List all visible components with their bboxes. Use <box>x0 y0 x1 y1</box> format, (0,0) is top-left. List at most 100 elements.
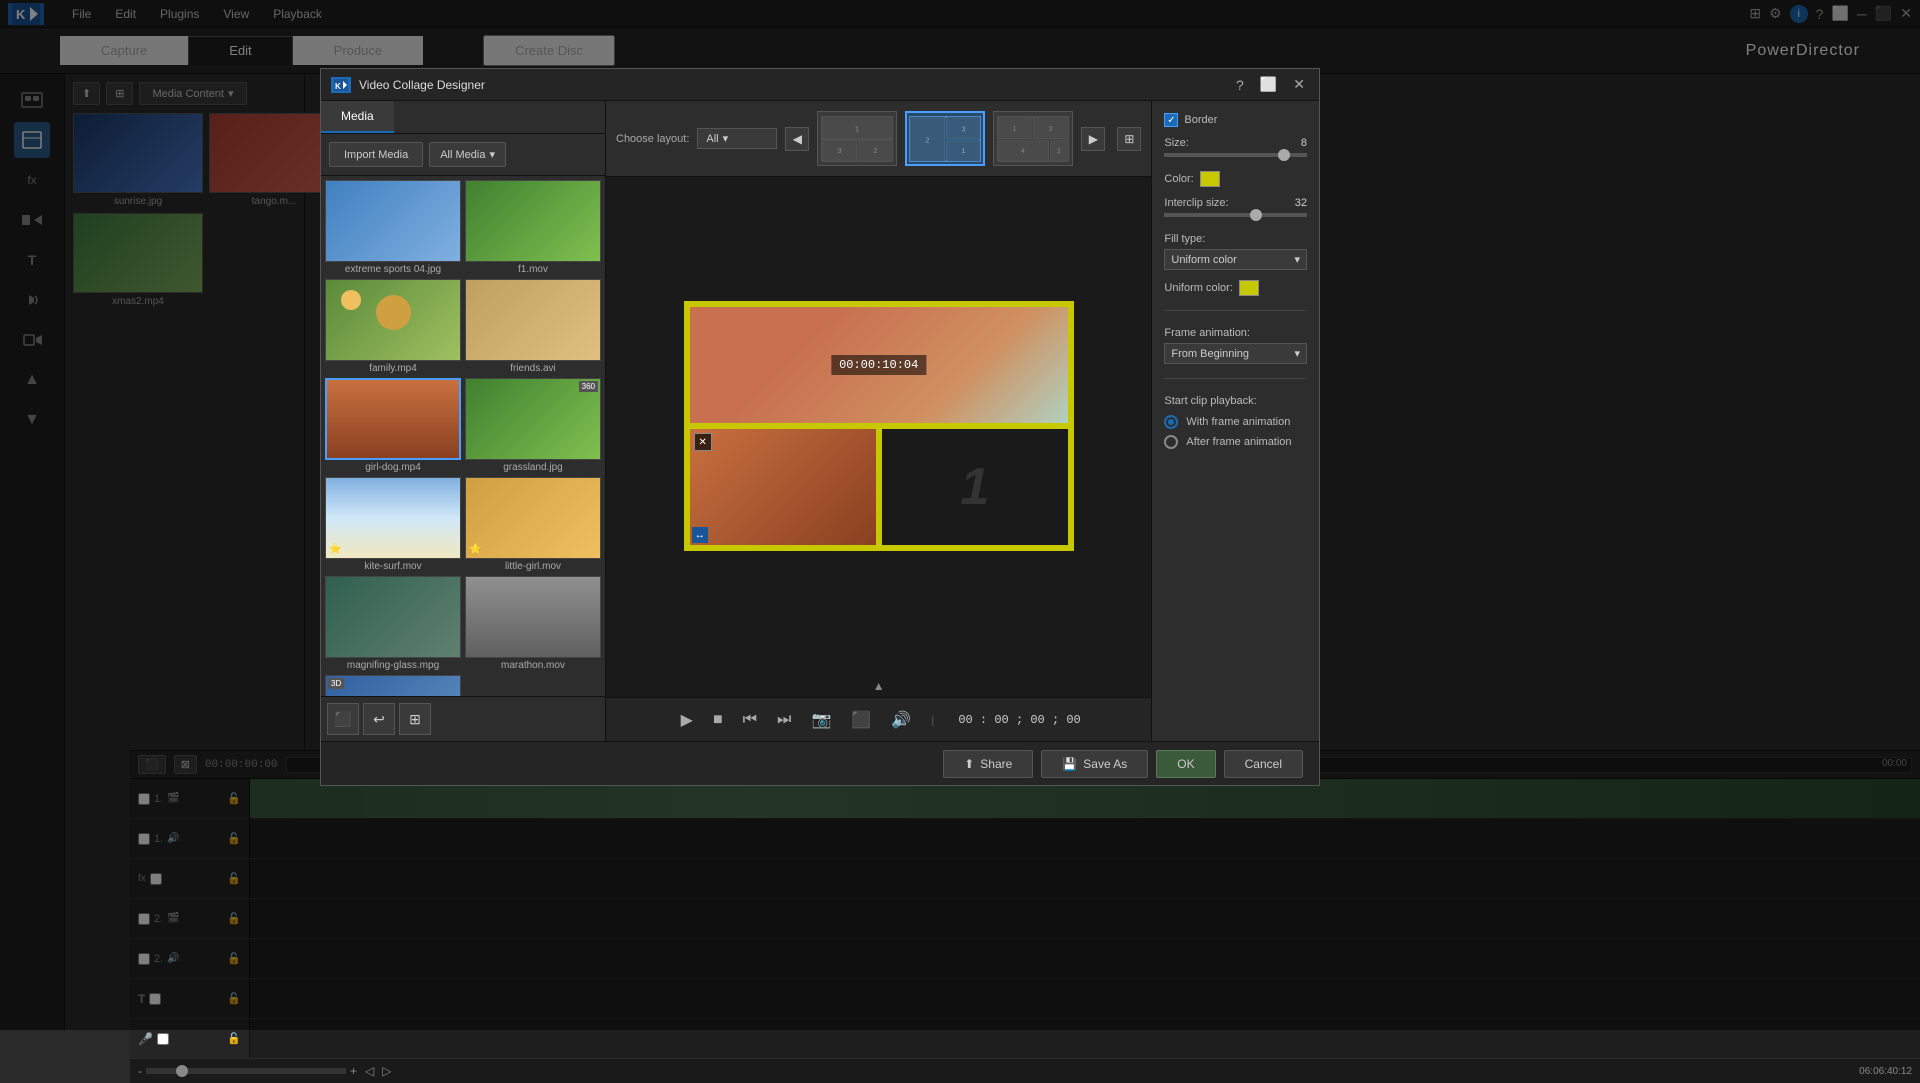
fill-type-label: Fill type: <box>1164 233 1205 245</box>
save-as-icon: 💾 <box>1062 757 1077 771</box>
volume-btn[interactable]: 🔊 <box>887 706 915 734</box>
layout-option-1[interactable]: 1 3 2 <box>817 111 897 166</box>
layout-grid-view-btn[interactable]: ⊞ <box>1117 127 1141 151</box>
timeline-zoom-in[interactable]: + <box>350 1064 357 1078</box>
dialog-close-btn[interactable]: ✕ <box>1289 76 1309 93</box>
radio-after-anim[interactable] <box>1164 435 1178 449</box>
timeline-prev[interactable]: ◁ <box>365 1064 374 1078</box>
dialog-help-btn[interactable]: ? <box>1232 77 1248 93</box>
media-file-magnify[interactable]: magnifing-glass.mpg <box>325 576 461 671</box>
collage-preview: 00:00:10:04 ✕ ↔ 1 <box>684 301 1074 551</box>
media-file-kite[interactable]: ⭐ kite-surf.mov <box>325 477 461 572</box>
dialog-titlebar: K Video Collage Designer ? ⬜ ✕ <box>321 69 1319 101</box>
layout-dropdown[interactable]: All ▾ <box>697 128 777 149</box>
interclip-slider[interactable] <box>1164 213 1307 217</box>
radio-with-anim[interactable] <box>1164 415 1178 429</box>
dialog-body: Media Import Media All Media ▾ extreme s… <box>321 101 1319 741</box>
play-btn[interactable]: ▶ <box>677 706 697 734</box>
grid-icon-btn[interactable]: ⊞ <box>399 703 431 735</box>
media-file-marathon[interactable]: marathon.mov <box>465 576 601 671</box>
dialog-media-controls: Import Media All Media ▾ <box>321 134 605 176</box>
collage-panel-top[interactable]: 00:00:10:04 <box>690 307 1068 423</box>
dialog-media-panel: Media Import Media All Media ▾ extreme s… <box>321 101 606 741</box>
timeline-end-time: 06:06:40:12 <box>1859 1066 1912 1077</box>
collage-remove-btn-1[interactable]: ✕ <box>694 433 712 451</box>
svg-text:1: 1 <box>962 145 966 154</box>
storyboard-icon-btn[interactable]: ⬛ <box>327 703 359 735</box>
layout-next-btn[interactable]: ▶ <box>1081 127 1105 151</box>
radio-row-2: After frame animation <box>1164 435 1307 449</box>
frame-anim-section: Frame animation: From Beginning ▾ <box>1164 325 1307 364</box>
media-file-family[interactable]: family.mp4 <box>325 279 461 374</box>
preview-controls: ▶ ■ ⏮ ⏭ 📷 ⬛ 🔊 | 00 : 00 ; 00 ; 00 <box>606 697 1151 741</box>
size-slider-container <box>1164 153 1307 157</box>
undo-icon-btn[interactable]: ↩ <box>363 703 395 735</box>
collage-bottom-row: ✕ ↔ 1 <box>690 429 1068 545</box>
stop-btn[interactable]: ■ <box>709 707 727 733</box>
svg-text:2: 2 <box>1057 147 1061 154</box>
svg-text:K: K <box>335 82 341 91</box>
timeline-zoom-out[interactable]: - <box>138 1064 142 1078</box>
ok-btn[interactable]: OK <box>1156 750 1215 778</box>
collage-panel-bottom-right[interactable]: 1 <box>882 429 1068 545</box>
border-checkbox[interactable]: ✓ <box>1164 113 1178 127</box>
media-file-grassland[interactable]: 360 grassland.jpg <box>465 378 601 473</box>
separator-2 <box>1164 378 1307 379</box>
layout-prev-btn[interactable]: ◀ <box>785 127 809 151</box>
timeline-zoom-slider[interactable] <box>146 1068 346 1074</box>
uniform-color-label: Uniform color: <box>1164 282 1232 294</box>
cancel-btn[interactable]: Cancel <box>1224 750 1303 778</box>
size-section: Size: 8 <box>1164 137 1307 161</box>
size-row: Size: 8 <box>1164 137 1307 149</box>
fill-type-dropdown[interactable]: Uniform color ▾ <box>1164 249 1307 270</box>
interclip-section: Interclip size: 32 <box>1164 197 1307 221</box>
share-section: ⬆ Share <box>943 750 1033 778</box>
save-as-btn[interactable]: Save As <box>1083 757 1127 771</box>
layout-option-2[interactable]: 2 3 1 <box>905 111 985 166</box>
border-label: Border <box>1184 114 1217 126</box>
dialog-footer: ⬆ Share 💾 Save As OK Cancel <box>321 741 1319 785</box>
dialog-logo: K <box>331 77 351 93</box>
interclip-slider-thumb <box>1250 209 1262 221</box>
radio-row-1: With frame animation <box>1164 415 1307 429</box>
media-file-girl-dog[interactable]: girl-dog.mp4 <box>325 378 461 473</box>
dialog-restore-btn[interactable]: ⬜ <box>1256 76 1281 93</box>
media-file-friends[interactable]: friends.avi <box>465 279 601 374</box>
svg-text:4: 4 <box>1021 147 1025 154</box>
start-clip-section: Start clip playback: With frame animatio… <box>1164 393 1307 449</box>
media-file-extreme[interactable]: extreme sports 04.jpg <box>325 180 461 275</box>
svg-text:2: 2 <box>926 135 930 144</box>
separator-1 <box>1164 310 1307 311</box>
media-file-little-girl[interactable]: ⭐ little-girl.mov <box>465 477 601 572</box>
interclip-label: Interclip size: <box>1164 197 1228 209</box>
media-file-f1[interactable]: f1.mov <box>465 180 601 275</box>
dialog-tab-media[interactable]: Media <box>321 101 394 133</box>
track-lock-mic[interactable]: 🔓 <box>227 1032 241 1045</box>
timeline-next[interactable]: ▷ <box>382 1064 391 1078</box>
dialog-filter-dropdown[interactable]: All Media ▾ <box>429 142 506 167</box>
share-btn[interactable]: Share <box>980 757 1012 771</box>
rewind-btn[interactable]: ⏮ <box>739 707 761 733</box>
dialog-import-btn[interactable]: Import Media <box>329 142 423 167</box>
caption-btn[interactable]: ⬛ <box>847 706 875 734</box>
layout-option-3[interactable]: 1 3 4 2 <box>993 111 1073 166</box>
collage-add-btn-1[interactable]: ↔ <box>692 527 708 543</box>
color-picker-btn[interactable] <box>1200 171 1220 187</box>
media-file-mountain[interactable]: 3D mountain... <box>325 675 461 696</box>
dialog-title-text: Video Collage Designer <box>359 78 1232 92</box>
size-label: Size: <box>1164 137 1188 149</box>
layout-label: Choose layout: <box>616 133 689 145</box>
svg-text:1: 1 <box>1013 125 1017 132</box>
dialog-media-footer: ⬛ ↩ ⊞ <box>321 696 605 741</box>
color-label: Color: <box>1164 173 1193 185</box>
snapshot-btn[interactable]: 📷 <box>807 706 835 734</box>
dialog-preview-area: Choose layout: All ▾ ◀ 1 3 2 <box>606 101 1151 741</box>
preview-canvas: 00:00:10:04 ✕ ↔ 1 <box>606 177 1151 675</box>
frame-anim-dropdown[interactable]: From Beginning ▾ <box>1164 343 1307 364</box>
size-slider[interactable] <box>1164 153 1307 157</box>
timeline-zoom-thumb <box>176 1065 188 1077</box>
collage-panel-bottom-left[interactable]: ✕ ↔ <box>690 429 876 545</box>
track-checkbox-mic[interactable] <box>157 1033 169 1045</box>
forward-btn[interactable]: ⏭ <box>773 707 795 733</box>
uniform-color-picker[interactable] <box>1239 280 1259 296</box>
